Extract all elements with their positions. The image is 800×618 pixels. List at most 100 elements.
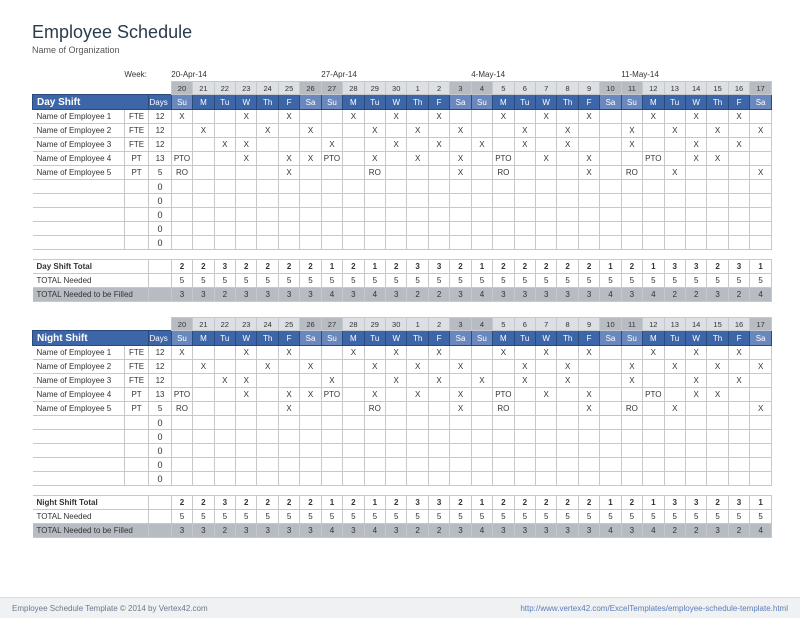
- schedule-cell[interactable]: X: [685, 388, 706, 402]
- schedule-cell[interactable]: [193, 166, 214, 180]
- schedule-cell[interactable]: [664, 138, 685, 152]
- schedule-cell[interactable]: X: [428, 138, 449, 152]
- schedule-cell[interactable]: X: [557, 374, 578, 388]
- schedule-cell[interactable]: X: [685, 152, 706, 166]
- schedule-cell[interactable]: [321, 110, 342, 124]
- schedule-cell[interactable]: X: [278, 346, 299, 360]
- schedule-cell[interactable]: [407, 138, 428, 152]
- schedule-cell[interactable]: [514, 166, 535, 180]
- schedule-cell[interactable]: X: [236, 374, 257, 388]
- schedule-cell[interactable]: [171, 374, 192, 388]
- schedule-cell[interactable]: RO: [364, 402, 385, 416]
- schedule-cell[interactable]: [471, 166, 492, 180]
- schedule-cell[interactable]: [471, 152, 492, 166]
- schedule-cell[interactable]: X: [257, 360, 278, 374]
- schedule-cell[interactable]: RO: [171, 402, 192, 416]
- schedule-cell[interactable]: [214, 166, 235, 180]
- schedule-cell[interactable]: X: [707, 388, 728, 402]
- schedule-cell[interactable]: X: [236, 110, 257, 124]
- schedule-cell[interactable]: X: [707, 360, 728, 374]
- schedule-cell[interactable]: X: [514, 360, 535, 374]
- schedule-cell[interactable]: [257, 166, 278, 180]
- schedule-cell[interactable]: [728, 402, 749, 416]
- schedule-cell[interactable]: [300, 110, 321, 124]
- schedule-cell[interactable]: [236, 402, 257, 416]
- schedule-cell[interactable]: [407, 110, 428, 124]
- schedule-cell[interactable]: [750, 374, 772, 388]
- schedule-cell[interactable]: [536, 374, 557, 388]
- schedule-cell[interactable]: [300, 138, 321, 152]
- schedule-cell[interactable]: X: [321, 138, 342, 152]
- schedule-cell[interactable]: [536, 360, 557, 374]
- schedule-cell[interactable]: X: [664, 166, 685, 180]
- schedule-cell[interactable]: [428, 166, 449, 180]
- schedule-cell[interactable]: X: [664, 360, 685, 374]
- schedule-cell[interactable]: X: [685, 110, 706, 124]
- schedule-cell[interactable]: [557, 402, 578, 416]
- schedule-cell[interactable]: [278, 124, 299, 138]
- schedule-cell[interactable]: [171, 138, 192, 152]
- schedule-cell[interactable]: X: [214, 138, 235, 152]
- schedule-cell[interactable]: X: [536, 346, 557, 360]
- schedule-cell[interactable]: X: [407, 152, 428, 166]
- schedule-cell[interactable]: X: [493, 346, 514, 360]
- schedule-cell[interactable]: X: [171, 110, 192, 124]
- schedule-cell[interactable]: [685, 402, 706, 416]
- schedule-cell[interactable]: [514, 402, 535, 416]
- schedule-cell[interactable]: X: [450, 152, 471, 166]
- schedule-cell[interactable]: [536, 166, 557, 180]
- schedule-cell[interactable]: [321, 124, 342, 138]
- schedule-cell[interactable]: [493, 138, 514, 152]
- schedule-cell[interactable]: PTO: [643, 388, 664, 402]
- schedule-cell[interactable]: [536, 124, 557, 138]
- schedule-cell[interactable]: X: [343, 110, 364, 124]
- schedule-cell[interactable]: [278, 138, 299, 152]
- schedule-cell[interactable]: [364, 138, 385, 152]
- schedule-cell[interactable]: [471, 388, 492, 402]
- schedule-cell[interactable]: [600, 138, 621, 152]
- schedule-cell[interactable]: [600, 374, 621, 388]
- schedule-cell[interactable]: [471, 124, 492, 138]
- schedule-cell[interactable]: [428, 152, 449, 166]
- schedule-cell[interactable]: X: [664, 402, 685, 416]
- schedule-cell[interactable]: X: [471, 138, 492, 152]
- schedule-cell[interactable]: X: [643, 110, 664, 124]
- schedule-cell[interactable]: [407, 374, 428, 388]
- schedule-cell[interactable]: X: [750, 402, 772, 416]
- schedule-cell[interactable]: [514, 346, 535, 360]
- schedule-cell[interactable]: [278, 360, 299, 374]
- schedule-cell[interactable]: [193, 374, 214, 388]
- schedule-cell[interactable]: [236, 360, 257, 374]
- schedule-cell[interactable]: PTO: [493, 152, 514, 166]
- schedule-cell[interactable]: [643, 360, 664, 374]
- schedule-cell[interactable]: [536, 402, 557, 416]
- schedule-cell[interactable]: X: [407, 388, 428, 402]
- schedule-cell[interactable]: RO: [171, 166, 192, 180]
- schedule-cell[interactable]: [707, 346, 728, 360]
- schedule-cell[interactable]: [471, 346, 492, 360]
- schedule-cell[interactable]: [300, 166, 321, 180]
- schedule-cell[interactable]: X: [386, 346, 407, 360]
- schedule-cell[interactable]: [257, 110, 278, 124]
- schedule-cell[interactable]: [471, 110, 492, 124]
- schedule-cell[interactable]: [343, 374, 364, 388]
- schedule-cell[interactable]: X: [386, 374, 407, 388]
- schedule-cell[interactable]: [193, 388, 214, 402]
- schedule-cell[interactable]: PTO: [171, 388, 192, 402]
- schedule-cell[interactable]: [536, 138, 557, 152]
- schedule-cell[interactable]: [685, 360, 706, 374]
- schedule-cell[interactable]: X: [750, 124, 772, 138]
- schedule-cell[interactable]: X: [343, 346, 364, 360]
- schedule-cell[interactable]: [643, 124, 664, 138]
- schedule-cell[interactable]: RO: [364, 166, 385, 180]
- schedule-cell[interactable]: [364, 374, 385, 388]
- schedule-cell[interactable]: X: [621, 138, 642, 152]
- schedule-cell[interactable]: [600, 346, 621, 360]
- schedule-cell[interactable]: [557, 346, 578, 360]
- schedule-cell[interactable]: [321, 346, 342, 360]
- schedule-cell[interactable]: [257, 152, 278, 166]
- schedule-cell[interactable]: [600, 360, 621, 374]
- schedule-cell[interactable]: X: [578, 152, 599, 166]
- schedule-cell[interactable]: [214, 360, 235, 374]
- schedule-cell[interactable]: [300, 402, 321, 416]
